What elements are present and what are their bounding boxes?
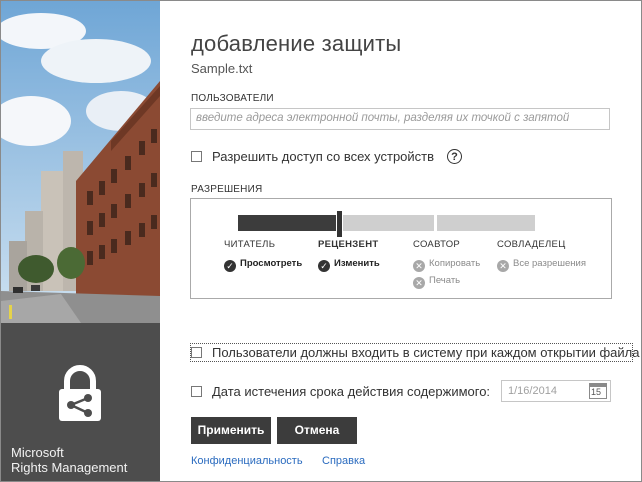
users-section-label: ПОЛЬЗОВАТЕЛИ bbox=[191, 93, 274, 104]
x-icon: ✕ bbox=[497, 260, 509, 272]
perm-all-label: Все разрешения bbox=[513, 258, 586, 269]
perm-all: ✕ Все разрешения bbox=[497, 258, 586, 272]
brand-name: Microsoft Rights Management bbox=[11, 445, 127, 475]
city-street-photo bbox=[1, 1, 160, 323]
check-icon: ✓ bbox=[224, 260, 236, 272]
allow-all-devices-label: Разрешить доступ со всех устройств bbox=[212, 149, 435, 164]
expiry-date-field[interactable]: 1/16/2014 15 bbox=[501, 380, 611, 402]
role-reader[interactable]: ЧИТАТЕЛЬ bbox=[224, 239, 275, 250]
permission-level-segment-coauthor[interactable] bbox=[342, 215, 434, 231]
check-icon: ✓ bbox=[318, 260, 330, 272]
brand-line-2: Rights Management bbox=[11, 460, 128, 475]
x-icon: ✕ bbox=[413, 277, 425, 289]
role-coowner[interactable]: СОВЛАДЕЛЕЦ bbox=[497, 239, 566, 250]
perm-edit: ✓ Изменить bbox=[318, 258, 380, 272]
perm-view: ✓ Просмотреть bbox=[224, 258, 302, 272]
require-signin-label: Пользователи должны входить в систему пр… bbox=[212, 345, 640, 360]
calendar-day: 15 bbox=[591, 387, 602, 397]
question-circle-icon[interactable]: ? bbox=[447, 149, 462, 164]
dialog-title: добавление защиты bbox=[191, 31, 402, 56]
perm-copy: ✕ Копировать bbox=[413, 258, 480, 272]
expiry-checkbox[interactable] bbox=[191, 386, 202, 397]
lock-share-icon bbox=[59, 365, 101, 421]
require-signin-checkbox[interactable] bbox=[191, 347, 202, 358]
cancel-button[interactable]: Отмена bbox=[277, 417, 357, 444]
apply-button[interactable]: Применить bbox=[191, 417, 271, 444]
perm-copy-label: Копировать bbox=[429, 258, 481, 269]
brand-area: Microsoft Rights Management bbox=[1, 323, 160, 481]
perm-print-label: Печать bbox=[429, 275, 461, 286]
allow-all-devices-checkbox[interactable] bbox=[191, 151, 202, 162]
dialog-window: Microsoft Rights Management добавление з… bbox=[0, 0, 642, 482]
role-reviewer[interactable]: РЕЦЕНЗЕНТ bbox=[318, 239, 378, 250]
expiry-date-value: 1/16/2014 bbox=[508, 385, 557, 397]
privacy-link[interactable]: Конфиденциальность bbox=[191, 455, 303, 467]
perm-view-label: Просмотреть bbox=[240, 258, 303, 269]
permissions-section-label: РАЗРЕШЕНИЯ bbox=[191, 184, 263, 195]
perm-print: ✕ Печать bbox=[413, 275, 460, 289]
perm-edit-label: Изменить bbox=[334, 258, 380, 269]
permission-level-segment-reader[interactable] bbox=[238, 215, 336, 231]
expiry-label: Дата истечения срока действия содержимог… bbox=[212, 384, 491, 399]
brand-line-1: Microsoft bbox=[11, 445, 64, 460]
x-icon: ✕ bbox=[413, 260, 425, 272]
help-link[interactable]: Справка bbox=[322, 455, 365, 467]
permission-level-segment-coowner[interactable] bbox=[437, 215, 535, 231]
file-name: Sample.txt bbox=[191, 61, 253, 76]
calendar-icon[interactable]: 15 bbox=[589, 383, 607, 399]
role-coauthor[interactable]: СОАВТОР bbox=[413, 239, 460, 250]
users-email-input[interactable]: введите адреса электронной почты, раздел… bbox=[190, 108, 610, 130]
permission-slider-handle[interactable] bbox=[336, 210, 343, 238]
left-panel: Microsoft Rights Management bbox=[1, 1, 160, 481]
permissions-panel: ЧИТАТЕЛЬ РЕЦЕНЗЕНТ СОАВТОР СОВЛАДЕЛЕЦ ✓ П… bbox=[190, 198, 612, 299]
